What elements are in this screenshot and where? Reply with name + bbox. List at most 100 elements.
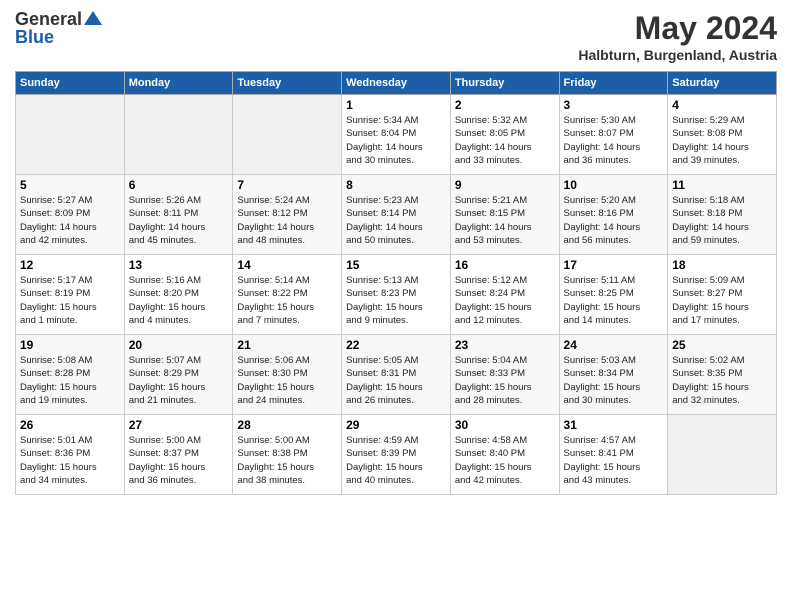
weekday-header: Monday bbox=[124, 72, 233, 95]
day-number: 10 bbox=[564, 178, 664, 192]
calendar-cell: 27Sunrise: 5:00 AM Sunset: 8:37 PM Dayli… bbox=[124, 415, 233, 495]
calendar-cell: 21 Sunrise: 5:06 AM Sunset: 8:30 PM Dayli… bbox=[233, 335, 342, 415]
day-info: Sunrise: 5:07 AM Sunset: 8:29 PM Dayligh… bbox=[129, 354, 229, 407]
weekday-header: Thursday bbox=[450, 72, 559, 95]
day-info: Sunrise: 5:05 AM Sunset: 8:31 PM Dayligh… bbox=[346, 354, 446, 407]
calendar-cell bbox=[233, 95, 342, 175]
day-info: Sunrise: 5:16 AM Sunset: 8:20 PM Dayligh… bbox=[129, 274, 229, 327]
title-area: May 2024 Halbturn, Burgenland, Austria bbox=[578, 10, 777, 63]
weekday-header: Sunday bbox=[16, 72, 125, 95]
calendar-subtitle: Halbturn, Burgenland, Austria bbox=[578, 47, 777, 63]
day-number: 3 bbox=[564, 98, 664, 112]
day-number: 9 bbox=[455, 178, 555, 192]
day-info: Sunrise: 5:21 AM Sunset: 8:15 PM Dayligh… bbox=[455, 194, 555, 247]
day-info: Sunrise: 5:13 AM Sunset: 8:23 PM Dayligh… bbox=[346, 274, 446, 327]
day-number: 19 bbox=[20, 338, 120, 352]
day-info: Sunrise: 5:30 AM Sunset: 8:07 PM Dayligh… bbox=[564, 114, 664, 167]
day-info: Sunrise: 5:34 AM Sunset: 8:04 PM Dayligh… bbox=[346, 114, 446, 167]
calendar-cell: 12Sunrise: 5:17 AM Sunset: 8:19 PM Dayli… bbox=[16, 255, 125, 335]
day-number: 14 bbox=[237, 258, 337, 272]
day-number: 7 bbox=[237, 178, 337, 192]
logo-icon bbox=[84, 9, 102, 27]
day-info: Sunrise: 4:59 AM Sunset: 8:39 PM Dayligh… bbox=[346, 434, 446, 487]
day-number: 20 bbox=[129, 338, 229, 352]
logo-blue-text: Blue bbox=[15, 28, 54, 46]
calendar-cell: 4Sunrise: 5:29 AM Sunset: 8:08 PM Daylig… bbox=[668, 95, 777, 175]
day-number: 21 bbox=[237, 338, 337, 352]
day-number: 26 bbox=[20, 418, 120, 432]
calendar-body: 1 Sunrise: 5:34 AM Sunset: 8:04 PM Daylig… bbox=[16, 95, 777, 495]
calendar-week-row: 26 Sunrise: 5:01 AM Sunset: 8:36 PM Dayli… bbox=[16, 415, 777, 495]
day-number: 31 bbox=[564, 418, 664, 432]
day-info: Sunrise: 5:11 AM Sunset: 8:25 PM Dayligh… bbox=[564, 274, 664, 327]
logo-general-text: General bbox=[15, 10, 82, 28]
day-number: 29 bbox=[346, 418, 446, 432]
calendar-cell bbox=[124, 95, 233, 175]
calendar-cell: 11 Sunrise: 5:18 AM Sunset: 8:18 PM Dayli… bbox=[668, 175, 777, 255]
weekday-header: Saturday bbox=[668, 72, 777, 95]
day-info: Sunrise: 5:26 AM Sunset: 8:11 PM Dayligh… bbox=[129, 194, 229, 247]
day-number: 8 bbox=[346, 178, 446, 192]
calendar-table: SundayMondayTuesdayWednesdayThursdayFrid… bbox=[15, 71, 777, 495]
calendar-cell: 2 Sunrise: 5:32 AM Sunset: 8:05 PM Daylig… bbox=[450, 95, 559, 175]
calendar-cell: 7 Sunrise: 5:24 AM Sunset: 8:12 PM Daylig… bbox=[233, 175, 342, 255]
calendar-cell: 13 Sunrise: 5:16 AM Sunset: 8:20 PM Dayli… bbox=[124, 255, 233, 335]
day-number: 1 bbox=[346, 98, 446, 112]
day-number: 15 bbox=[346, 258, 446, 272]
day-info: Sunrise: 5:00 AM Sunset: 8:37 PM Dayligh… bbox=[129, 434, 229, 487]
day-info: Sunrise: 5:32 AM Sunset: 8:05 PM Dayligh… bbox=[455, 114, 555, 167]
day-info: Sunrise: 5:24 AM Sunset: 8:12 PM Dayligh… bbox=[237, 194, 337, 247]
calendar-cell: 8Sunrise: 5:23 AM Sunset: 8:14 PM Daylig… bbox=[342, 175, 451, 255]
day-number: 11 bbox=[672, 178, 772, 192]
calendar-week-row: 19 Sunrise: 5:08 AM Sunset: 8:28 PM Dayli… bbox=[16, 335, 777, 415]
day-info: Sunrise: 5:29 AM Sunset: 8:08 PM Dayligh… bbox=[672, 114, 772, 167]
day-number: 30 bbox=[455, 418, 555, 432]
calendar-title: May 2024 bbox=[578, 10, 777, 47]
calendar-cell: 24 Sunrise: 5:03 AM Sunset: 8:34 PM Dayli… bbox=[559, 335, 668, 415]
day-info: Sunrise: 4:57 AM Sunset: 8:41 PM Dayligh… bbox=[564, 434, 664, 487]
calendar-cell: 19 Sunrise: 5:08 AM Sunset: 8:28 PM Dayli… bbox=[16, 335, 125, 415]
calendar-cell: 6Sunrise: 5:26 AM Sunset: 8:11 PM Daylig… bbox=[124, 175, 233, 255]
calendar-cell: 22Sunrise: 5:05 AM Sunset: 8:31 PM Dayli… bbox=[342, 335, 451, 415]
calendar-cell: 14Sunrise: 5:14 AM Sunset: 8:22 PM Dayli… bbox=[233, 255, 342, 335]
day-number: 13 bbox=[129, 258, 229, 272]
day-info: Sunrise: 5:00 AM Sunset: 8:38 PM Dayligh… bbox=[237, 434, 337, 487]
day-number: 18 bbox=[672, 258, 772, 272]
weekday-header: Tuesday bbox=[233, 72, 342, 95]
calendar-cell: 30 Sunrise: 4:58 AM Sunset: 8:40 PM Dayli… bbox=[450, 415, 559, 495]
day-info: Sunrise: 5:08 AM Sunset: 8:28 PM Dayligh… bbox=[20, 354, 120, 407]
calendar-cell: 9 Sunrise: 5:21 AM Sunset: 8:15 PM Daylig… bbox=[450, 175, 559, 255]
day-info: Sunrise: 5:03 AM Sunset: 8:34 PM Dayligh… bbox=[564, 354, 664, 407]
calendar-cell: 26 Sunrise: 5:01 AM Sunset: 8:36 PM Dayli… bbox=[16, 415, 125, 495]
calendar-header: SundayMondayTuesdayWednesdayThursdayFrid… bbox=[16, 72, 777, 95]
day-number: 12 bbox=[20, 258, 120, 272]
calendar-cell: 5Sunrise: 5:27 AM Sunset: 8:09 PM Daylig… bbox=[16, 175, 125, 255]
day-number: 25 bbox=[672, 338, 772, 352]
day-number: 16 bbox=[455, 258, 555, 272]
day-number: 2 bbox=[455, 98, 555, 112]
calendar-cell bbox=[668, 415, 777, 495]
calendar-week-row: 1 Sunrise: 5:34 AM Sunset: 8:04 PM Daylig… bbox=[16, 95, 777, 175]
day-info: Sunrise: 5:27 AM Sunset: 8:09 PM Dayligh… bbox=[20, 194, 120, 247]
calendar-cell: 17Sunrise: 5:11 AM Sunset: 8:25 PM Dayli… bbox=[559, 255, 668, 335]
weekday-header: Wednesday bbox=[342, 72, 451, 95]
calendar-cell: 20 Sunrise: 5:07 AM Sunset: 8:29 PM Dayli… bbox=[124, 335, 233, 415]
day-info: Sunrise: 5:09 AM Sunset: 8:27 PM Dayligh… bbox=[672, 274, 772, 327]
calendar-week-row: 12Sunrise: 5:17 AM Sunset: 8:19 PM Dayli… bbox=[16, 255, 777, 335]
day-info: Sunrise: 4:58 AM Sunset: 8:40 PM Dayligh… bbox=[455, 434, 555, 487]
calendar-cell: 1 Sunrise: 5:34 AM Sunset: 8:04 PM Daylig… bbox=[342, 95, 451, 175]
calendar-cell: 10 Sunrise: 5:20 AM Sunset: 8:16 PM Dayli… bbox=[559, 175, 668, 255]
calendar-cell: 3 Sunrise: 5:30 AM Sunset: 8:07 PM Daylig… bbox=[559, 95, 668, 175]
calendar-cell: 15 Sunrise: 5:13 AM Sunset: 8:23 PM Dayli… bbox=[342, 255, 451, 335]
day-info: Sunrise: 5:06 AM Sunset: 8:30 PM Dayligh… bbox=[237, 354, 337, 407]
day-info: Sunrise: 5:18 AM Sunset: 8:18 PM Dayligh… bbox=[672, 194, 772, 247]
day-info: Sunrise: 5:01 AM Sunset: 8:36 PM Dayligh… bbox=[20, 434, 120, 487]
calendar-cell: 18 Sunrise: 5:09 AM Sunset: 8:27 PM Dayli… bbox=[668, 255, 777, 335]
header: General Blue May 2024 Halbturn, Burgenla… bbox=[15, 10, 777, 63]
calendar-cell: 23Sunrise: 5:04 AM Sunset: 8:33 PM Dayli… bbox=[450, 335, 559, 415]
day-info: Sunrise: 5:12 AM Sunset: 8:24 PM Dayligh… bbox=[455, 274, 555, 327]
calendar-cell: 25Sunrise: 5:02 AM Sunset: 8:35 PM Dayli… bbox=[668, 335, 777, 415]
day-info: Sunrise: 5:20 AM Sunset: 8:16 PM Dayligh… bbox=[564, 194, 664, 247]
calendar-cell: 16 Sunrise: 5:12 AM Sunset: 8:24 PM Dayli… bbox=[450, 255, 559, 335]
day-number: 24 bbox=[564, 338, 664, 352]
